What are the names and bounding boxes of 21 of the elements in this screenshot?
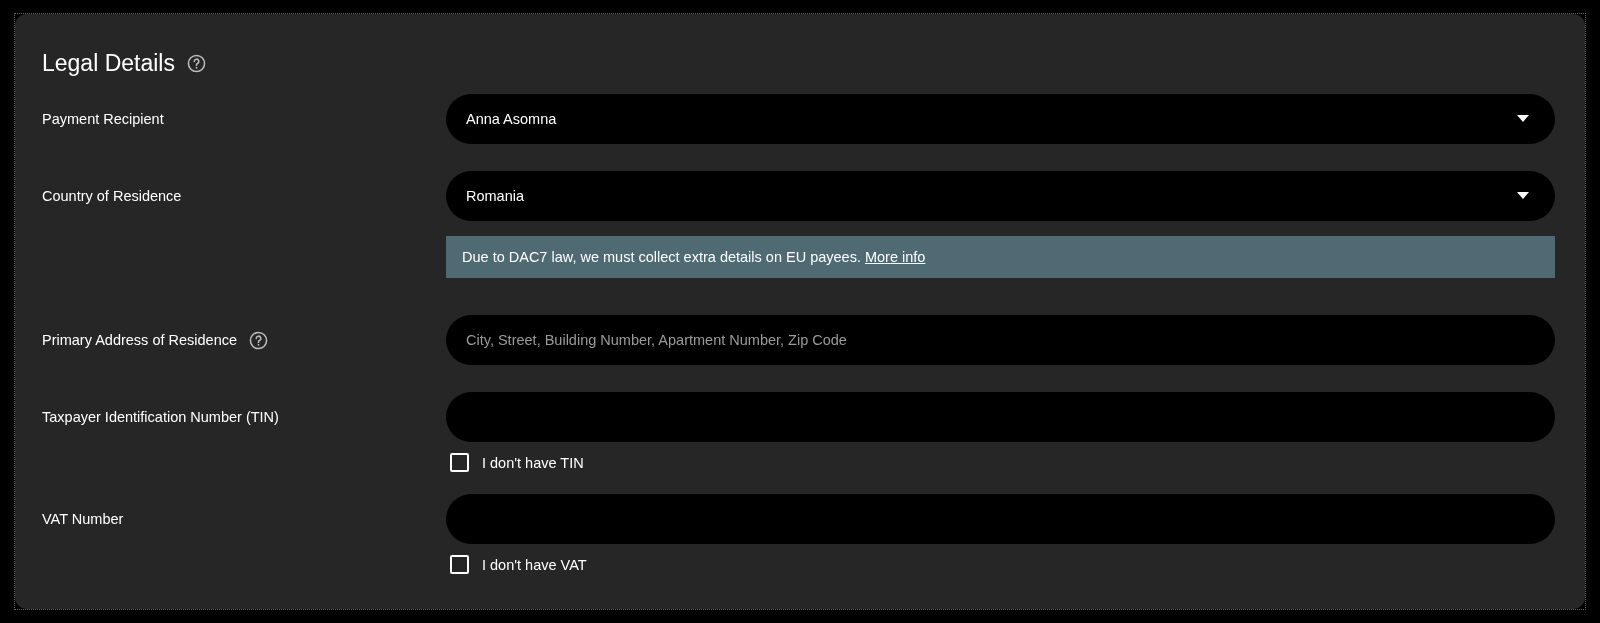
- input-field[interactable]: [446, 392, 1555, 442]
- dropdown-field[interactable]: Romania: [446, 171, 1555, 221]
- field-label: Primary Address of Residence: [42, 332, 238, 348]
- caret-icon: [1517, 192, 1529, 200]
- notice-text: Due to DAC7 law, we must collect extra details on EU payees.: [462, 249, 861, 265]
- more-info-link[interactable]: More info: [864, 249, 926, 265]
- checkbox[interactable]: [450, 555, 469, 574]
- checkbox-label: I don't have VAT: [482, 556, 587, 573]
- input-field[interactable]: [446, 494, 1555, 544]
- help-icon[interactable]: [186, 53, 206, 73]
- field-label: Country of Residence: [42, 188, 182, 204]
- dropdown-field[interactable]: Anna Asomna: [446, 94, 1555, 144]
- input-field[interactable]: City, Street, Building Number, Apartment Number, Zip Code: [446, 315, 1555, 365]
- field-label: Taxpayer Identification Number (TIN): [42, 409, 279, 425]
- checkbox-label: I don't have TIN: [482, 454, 584, 471]
- caret-icon: [1517, 115, 1529, 123]
- field-label: VAT Number: [42, 511, 124, 527]
- checkbox[interactable]: [450, 453, 469, 472]
- help-icon[interactable]: [249, 330, 269, 350]
- field-label: Payment Recipient: [42, 111, 164, 127]
- section-title: Legal Details: [42, 49, 175, 77]
